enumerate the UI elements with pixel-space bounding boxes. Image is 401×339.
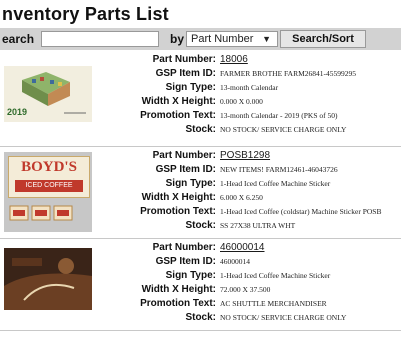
sign-type-label: Sign Type:	[165, 82, 216, 93]
sign-type-value: 13-month Calendar	[220, 83, 279, 92]
sticker-brand-label: BOYD'S	[21, 159, 77, 175]
width-height-value: 72.000 X 37.500	[220, 285, 271, 294]
stock-value: SS 27X38 ULTRA WHT	[220, 221, 296, 230]
inventory-page: nventory Parts List earch by Part Number…	[0, 0, 401, 339]
item-field-labels: Part Number: GSP Item ID: Sign Type: Wid…	[140, 149, 216, 233]
sign-type-value: 1-Head Iced Coffee Machine Sticker	[220, 179, 331, 188]
gsp-item-id-value: FARMER BROTHE FARM26841-45599295	[220, 69, 356, 78]
sort-by-selected-value: Part Number	[191, 33, 254, 45]
part-number-label: Part Number:	[152, 54, 216, 65]
merchandiser-image-icon	[4, 248, 92, 310]
search-bar: earch by Part Number ▼ Search/Sort	[0, 28, 401, 50]
sign-type-label: Sign Type:	[165, 178, 216, 189]
item-field-values: 46000014 46000014 1-Head Iced Coffee Mac…	[220, 241, 346, 325]
list-item: 2019 Part Number: GSP Item ID: Sign Type…	[0, 50, 401, 147]
sort-by-select[interactable]: Part Number ▼	[186, 31, 278, 47]
item-field-values: 18006 FARMER BROTHE FARM26841-45599295 1…	[220, 53, 356, 137]
promotion-text-value: AC SHUTTLE MERCHANDISER	[220, 299, 327, 308]
chevron-down-icon: ▼	[262, 34, 271, 44]
width-height-label: Width X Height:	[141, 284, 216, 295]
merchandiser-thumbnail	[4, 248, 92, 310]
calendar-thumbnail: 2019	[4, 66, 92, 122]
search-label: earch	[2, 32, 35, 46]
width-height-value: 0.000 X 0.000	[220, 97, 263, 106]
part-number-label: Part Number:	[152, 242, 216, 253]
part-number-label: Part Number:	[152, 150, 216, 161]
calendar-year-label: 2019	[7, 107, 28, 117]
sort-by-label: by	[170, 32, 185, 46]
part-number-link[interactable]: POSB1298	[220, 150, 270, 161]
sticker-sub-label: ICED COFFEE	[15, 180, 83, 192]
sticker-thumbnail: BOYD'S ICED COFFEE	[4, 152, 92, 232]
gsp-item-id-value: 46000014	[220, 257, 250, 266]
stock-value: NO STOCK/ SERVICE CHARGE ONLY	[220, 313, 347, 322]
promotion-text-label: Promotion Text:	[140, 110, 216, 121]
search-sort-button[interactable]: Search/Sort	[280, 30, 366, 48]
part-number-link[interactable]: 46000014	[220, 242, 265, 253]
promotion-text-label: Promotion Text:	[140, 206, 216, 217]
width-height-value: 6.000 X 6.250	[220, 193, 263, 202]
sign-type-value: 1-Head Iced Coffee Machine Sticker	[220, 271, 331, 280]
list-item: Part Number: GSP Item ID: Sign Type: Wid…	[0, 238, 401, 331]
promotion-text-value: 1-Head Iced Coffee (coldstar) Machine St…	[220, 207, 382, 216]
stock-label: Stock:	[185, 124, 216, 135]
sticker-buttons-icon	[9, 205, 73, 221]
width-height-label: Width X Height:	[141, 192, 216, 203]
gsp-item-id-label: GSP Item ID:	[155, 68, 216, 79]
item-field-values: POSB1298 NEW ITEMS! FARM12461-46043726 1…	[220, 149, 381, 233]
stock-value: NO STOCK/ SERVICE CHARGE ONLY	[220, 125, 347, 134]
page-title: nventory Parts List	[2, 4, 169, 24]
list-item: BOYD'S ICED COFFEE Part Number: GSP Item…	[0, 146, 401, 239]
item-field-labels: Part Number: GSP Item ID: Sign Type: Wid…	[140, 53, 216, 137]
sign-type-label: Sign Type:	[165, 270, 216, 281]
stock-label: Stock:	[185, 220, 216, 231]
list-item-partial	[0, 330, 401, 339]
width-height-label: Width X Height:	[141, 96, 216, 107]
sticker-brand-panel: BOYD'S ICED COFFEE	[8, 156, 90, 198]
search-input[interactable]	[41, 31, 159, 47]
stock-label: Stock:	[185, 312, 216, 323]
item-field-labels: Part Number: GSP Item ID: Sign Type: Wid…	[140, 241, 216, 325]
promotion-text-value: 13-month Calendar - 2019 (PKS of 50)	[220, 111, 338, 120]
part-number-link[interactable]: 18006	[220, 54, 248, 65]
promotion-text-label: Promotion Text:	[140, 298, 216, 309]
gsp-item-id-value: NEW ITEMS! FARM12461-46043726	[220, 165, 338, 174]
gsp-item-id-label: GSP Item ID:	[155, 164, 216, 175]
gsp-item-id-label: GSP Item ID:	[155, 256, 216, 267]
